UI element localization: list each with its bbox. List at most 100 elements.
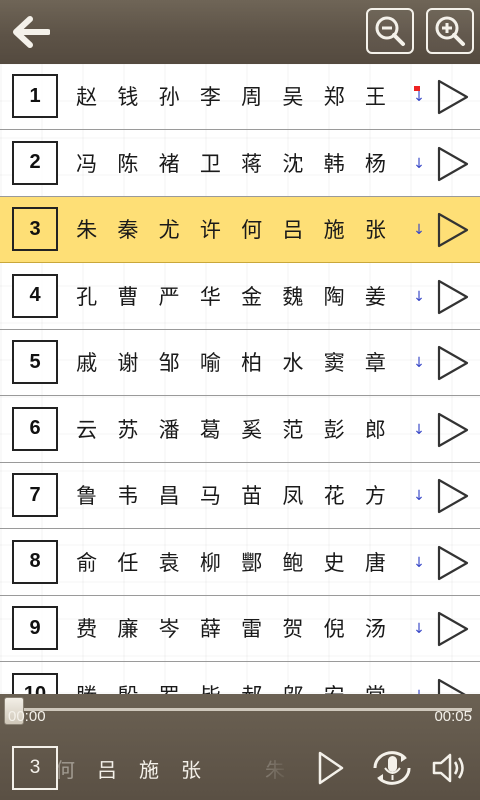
expand-arrow-icon[interactable]: ↓ — [412, 481, 426, 511]
character[interactable]: 苏 — [107, 414, 148, 444]
character[interactable]: 酆 — [231, 547, 272, 577]
character[interactable]: 张 — [355, 214, 396, 244]
repeat-record-button[interactable] — [366, 746, 418, 790]
character[interactable]: 喻 — [190, 347, 231, 377]
character[interactable]: 华 — [190, 281, 231, 311]
character[interactable]: 邬 — [272, 680, 313, 695]
character[interactable]: 褚 — [149, 148, 190, 178]
character[interactable]: 金 — [231, 281, 272, 311]
expand-arrow-icon[interactable]: ↓ — [412, 681, 426, 695]
character[interactable]: 章 — [355, 347, 396, 377]
character[interactable]: 鲁 — [66, 480, 107, 510]
character[interactable]: 潘 — [149, 414, 190, 444]
verse-row[interactable]: 7 鲁韦昌马苗凤花方 ↓ — [0, 463, 480, 529]
character[interactable]: 鲍 — [272, 547, 313, 577]
expand-arrow-icon[interactable]: ↓ — [412, 548, 426, 578]
character[interactable]: 陈 — [107, 148, 148, 178]
progress-track[interactable] — [8, 708, 472, 711]
character[interactable]: 孙 — [149, 81, 190, 111]
character[interactable]: 陶 — [314, 281, 355, 311]
character[interactable]: 任 — [107, 547, 148, 577]
character[interactable]: 施 — [314, 214, 355, 244]
character[interactable]: 水 — [272, 347, 313, 377]
expand-arrow-icon[interactable]: ↓ — [412, 215, 426, 245]
character[interactable]: 方 — [355, 480, 396, 510]
row-play-icon[interactable] — [436, 477, 470, 515]
character[interactable]: 郎 — [355, 414, 396, 444]
character[interactable]: 吴 — [272, 81, 313, 111]
character[interactable]: 袁 — [149, 547, 190, 577]
character[interactable]: 毕 — [190, 680, 231, 695]
character[interactable]: 史 — [314, 547, 355, 577]
character[interactable]: 秦 — [107, 214, 148, 244]
character[interactable]: 谢 — [107, 347, 148, 377]
character[interactable]: 罗 — [149, 680, 190, 695]
character[interactable]: 贺 — [272, 613, 313, 643]
character[interactable]: 苗 — [231, 480, 272, 510]
back-button[interactable] — [6, 10, 54, 54]
character[interactable]: 窦 — [314, 347, 355, 377]
character[interactable]: 雷 — [231, 613, 272, 643]
character[interactable]: 俞 — [66, 547, 107, 577]
character[interactable]: 柏 — [231, 347, 272, 377]
expand-arrow-icon[interactable]: ↓ — [412, 614, 426, 644]
character[interactable]: 冯 — [66, 148, 107, 178]
character[interactable]: 汤 — [355, 613, 396, 643]
zoom-in-button[interactable] — [426, 8, 474, 54]
character[interactable]: 殷 — [107, 680, 148, 695]
character[interactable]: 奚 — [231, 414, 272, 444]
character[interactable]: 孔 — [66, 281, 107, 311]
character[interactable]: 蒋 — [231, 148, 272, 178]
verse-row[interactable]: 10 滕殷罗毕郝邬安常 ↓ — [0, 663, 480, 695]
character[interactable]: 姜 — [355, 281, 396, 311]
character[interactable]: 杨 — [355, 148, 396, 178]
character[interactable]: 魏 — [272, 281, 313, 311]
character[interactable]: 周 — [231, 81, 272, 111]
character[interactable]: 王 — [355, 81, 396, 111]
character[interactable]: 韦 — [107, 480, 148, 510]
character[interactable]: 花 — [314, 480, 355, 510]
expand-arrow-icon[interactable]: ↓ — [412, 82, 426, 112]
row-play-icon[interactable] — [436, 145, 470, 183]
character[interactable]: 倪 — [314, 613, 355, 643]
character[interactable]: 云 — [66, 414, 107, 444]
row-play-icon[interactable] — [436, 610, 470, 648]
verse-list[interactable]: 1 赵钱孙李周吴郑王 ↓ 2 冯陈褚卫蒋沈韩杨 ↓ 3 朱秦尤许何吕施张 ↓ 4 孔曹严华金魏陶姜 ↓… — [0, 64, 480, 694]
character[interactable]: 凤 — [272, 480, 313, 510]
verse-row[interactable]: 5 戚谢邹喻柏水窦章 ↓ — [0, 330, 480, 396]
character[interactable]: 赵 — [66, 81, 107, 111]
row-play-icon[interactable] — [436, 211, 470, 249]
character[interactable]: 葛 — [190, 414, 231, 444]
character[interactable]: 费 — [66, 613, 107, 643]
expand-arrow-icon[interactable]: ↓ — [412, 348, 426, 378]
row-play-icon[interactable] — [436, 677, 470, 695]
expand-arrow-icon[interactable]: ↓ — [412, 149, 426, 179]
volume-button[interactable] — [430, 746, 472, 790]
verse-row[interactable]: 6 云苏潘葛奚范彭郎 ↓ — [0, 397, 480, 463]
character[interactable]: 郑 — [314, 81, 355, 111]
character[interactable]: 廉 — [107, 613, 148, 643]
character[interactable]: 戚 — [66, 347, 107, 377]
verse-row[interactable]: 1 赵钱孙李周吴郑王 ↓ — [0, 64, 480, 130]
expand-arrow-icon[interactable]: ↓ — [412, 415, 426, 445]
character[interactable]: 许 — [190, 214, 231, 244]
character[interactable]: 郝 — [231, 680, 272, 695]
verse-row[interactable]: 3 朱秦尤许何吕施张 ↓ — [0, 197, 480, 263]
verse-row[interactable]: 4 孔曹严华金魏陶姜 ↓ — [0, 264, 480, 330]
expand-arrow-icon[interactable]: ↓ — [412, 282, 426, 312]
character[interactable]: 安 — [314, 680, 355, 695]
character[interactable]: 吕 — [272, 214, 313, 244]
row-play-icon[interactable] — [436, 78, 470, 116]
verse-row[interactable]: 8 俞任袁柳酆鲍史唐 ↓ — [0, 530, 480, 596]
character[interactable]: 范 — [272, 414, 313, 444]
character[interactable]: 尤 — [149, 214, 190, 244]
character[interactable]: 邹 — [149, 347, 190, 377]
character[interactable]: 钱 — [107, 81, 148, 111]
character[interactable]: 沈 — [272, 148, 313, 178]
verse-row[interactable]: 9 费廉岑薛雷贺倪汤 ↓ — [0, 596, 480, 662]
verse-row[interactable]: 2 冯陈褚卫蒋沈韩杨 ↓ — [0, 131, 480, 197]
character[interactable]: 韩 — [314, 148, 355, 178]
character[interactable]: 唐 — [355, 547, 396, 577]
row-play-icon[interactable] — [436, 544, 470, 582]
row-play-icon[interactable] — [436, 411, 470, 449]
